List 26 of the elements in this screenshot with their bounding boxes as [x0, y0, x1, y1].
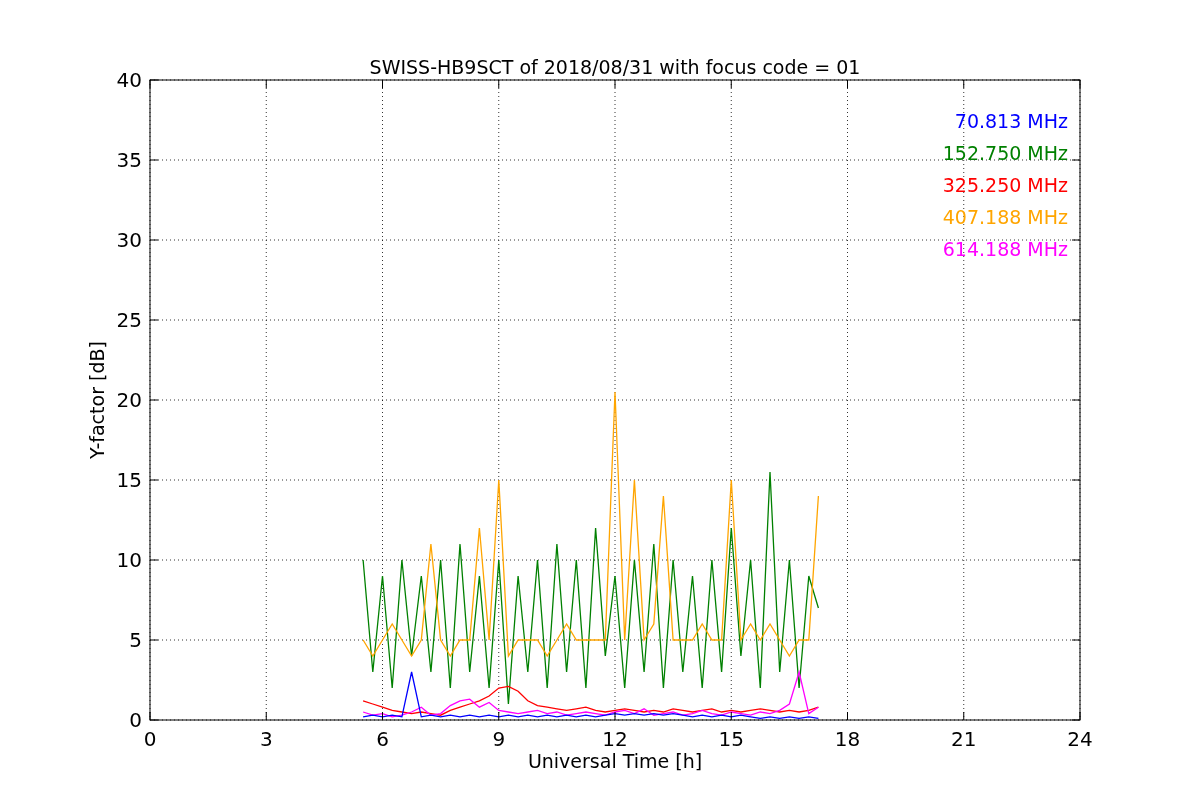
y-tick-label: 20 — [116, 388, 142, 412]
legend-label: 614.188 MHz — [942, 238, 1068, 260]
y-tick-label: 25 — [116, 308, 142, 332]
x-tick-label: 18 — [834, 727, 861, 751]
x-tick-label: 12 — [602, 727, 628, 751]
x-tick-label: 3 — [259, 727, 273, 751]
x-tick-label: 9 — [492, 727, 506, 751]
x-tick-label: 0 — [143, 727, 157, 751]
x-axis-label: Universal Time [h] — [527, 750, 703, 772]
x-tick-label: 21 — [951, 727, 977, 751]
y-tick-label: 35 — [116, 148, 142, 172]
y-tick-label: 0 — [129, 708, 142, 732]
legend-label: 152.750 MHz — [942, 142, 1068, 164]
y-tick-label: 30 — [116, 228, 142, 252]
y-axis-label: Y-factor [dB] — [86, 341, 108, 459]
x-tick-label: 24 — [1067, 727, 1093, 751]
x-tick-label: 15 — [718, 727, 744, 751]
y-tick-label: 10 — [116, 548, 142, 572]
y-tick-label: 5 — [129, 628, 142, 652]
legend-label: 70.813 MHz — [954, 110, 1068, 132]
y-tick-label: 15 — [116, 468, 142, 492]
chart-title: SWISS-HB9SCT of 2018/08/31 with focus code = 01 — [369, 56, 861, 78]
legend-label: 407.188 MHz — [942, 206, 1068, 228]
legend-label: 325.250 MHz — [942, 174, 1068, 196]
y-tick-label: 40 — [116, 68, 142, 92]
x-tick-label: 6 — [376, 727, 389, 751]
